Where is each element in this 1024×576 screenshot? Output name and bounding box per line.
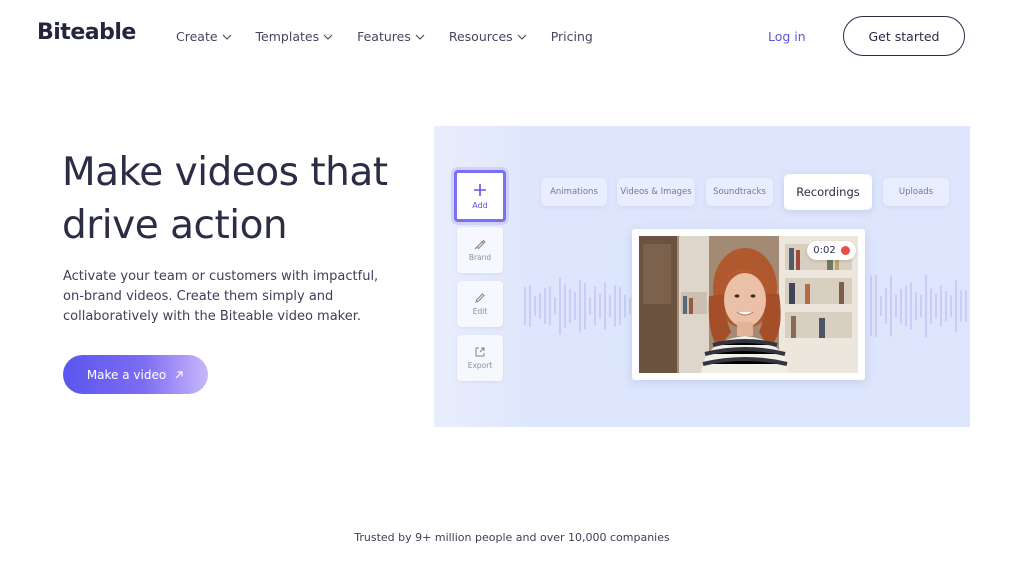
chevron-down-icon xyxy=(323,34,333,40)
arrow-up-right-icon xyxy=(175,370,183,378)
plus-icon xyxy=(474,184,486,196)
pencil-icon xyxy=(475,293,485,303)
cta-label: Make a video xyxy=(86,367,167,382)
timer-value: 0:02 xyxy=(813,245,836,256)
make-video-button[interactable]: Make a video xyxy=(63,355,208,394)
tool-label: Add xyxy=(472,201,488,210)
nav-item-pricing[interactable]: Pricing xyxy=(551,29,593,44)
chevron-down-icon xyxy=(222,34,231,40)
tool-label: Edit xyxy=(472,307,488,316)
tool-brand[interactable]: Brand xyxy=(457,227,503,273)
get-started-button[interactable]: Get started xyxy=(843,16,965,56)
tab-uploads[interactable]: Uploads xyxy=(883,178,949,206)
nav-label: Resources xyxy=(448,29,513,44)
nav-item-features[interactable]: Features xyxy=(357,29,425,44)
nav-item-resources[interactable]: Resources xyxy=(449,29,527,44)
main-nav: Create Templates Features Resources Pric… xyxy=(176,29,617,44)
nav-label: Templates xyxy=(255,29,320,44)
nav-item-templates[interactable]: Templates xyxy=(256,29,334,44)
nav-label: Pricing xyxy=(550,29,593,44)
tool-export[interactable]: Export xyxy=(457,335,503,381)
logo[interactable]: Biteable xyxy=(37,20,136,45)
brush-icon xyxy=(474,239,486,250)
tool-label: Brand xyxy=(468,253,492,262)
editor-preview: Add Brand Edit Export Animations Videos … xyxy=(434,126,970,427)
hero-description: Activate your team or customers with imp… xyxy=(63,269,379,324)
tab-videos-images[interactable]: Videos & Images xyxy=(617,178,695,206)
nav-label: Create xyxy=(176,29,218,44)
login-link[interactable]: Log in xyxy=(768,29,806,44)
chevron-down-icon xyxy=(415,34,425,40)
export-icon xyxy=(475,347,485,357)
tool-add[interactable]: Add xyxy=(454,170,506,222)
trusted-by-text: Trusted by 9+ million people and over 10… xyxy=(354,531,670,544)
tool-label: Export xyxy=(467,361,493,370)
record-dot-icon xyxy=(840,246,850,255)
tab-recordings[interactable]: Recordings xyxy=(784,174,872,210)
recording-timer: 0:02 xyxy=(807,241,856,260)
chevron-down-icon xyxy=(517,34,527,40)
tab-soundtracks[interactable]: Soundtracks xyxy=(706,178,773,206)
recording-preview: 0:02 xyxy=(632,229,865,380)
hero-title: Make videos that drive action xyxy=(62,150,388,248)
tab-animations[interactable]: Animations xyxy=(541,178,607,206)
tool-edit[interactable]: Edit xyxy=(457,281,503,327)
nav-label: Features xyxy=(357,29,411,44)
nav-item-create[interactable]: Create xyxy=(176,29,232,44)
